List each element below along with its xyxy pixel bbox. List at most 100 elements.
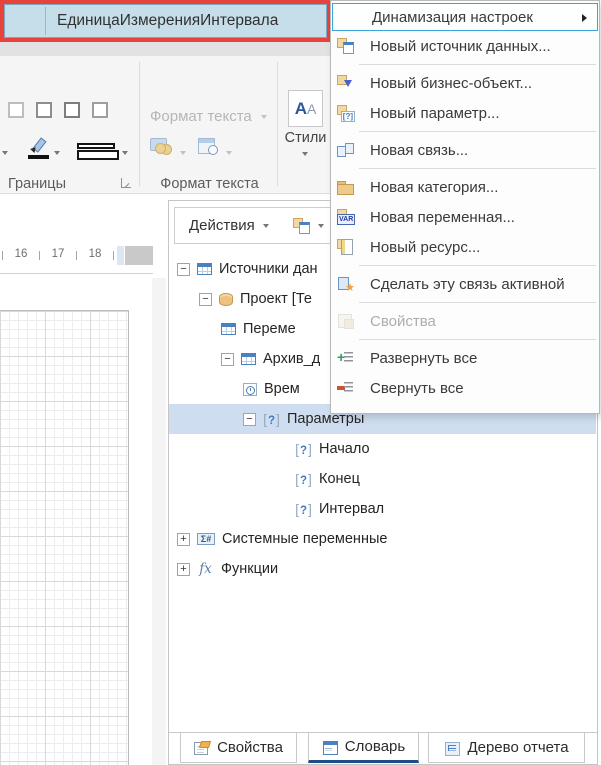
menu-item-label: Новый ресурс... xyxy=(370,238,481,256)
border-none-icon[interactable] xyxy=(8,102,24,118)
border-style-double-line-icon[interactable] xyxy=(77,143,119,160)
tree-item-label: Источники дан xyxy=(219,261,318,277)
ruler-margin-marker xyxy=(117,246,124,265)
create-new-item-icon[interactable] xyxy=(292,217,311,234)
tree-item-label: Функции xyxy=(221,561,279,577)
ruler-tick xyxy=(39,251,40,260)
ruler-tick xyxy=(113,251,114,260)
menu-item-new-data-source[interactable]: Новый источник данных... xyxy=(331,31,599,61)
menu-item-properties: Свойства xyxy=(331,306,599,336)
collapse-expander-icon[interactable] xyxy=(199,292,212,306)
menu-item-make-relation-active[interactable]: Сделать эту связь активной xyxy=(331,269,599,299)
menu-item-label: Динамизация настроек xyxy=(372,8,533,26)
database-icon xyxy=(219,292,233,306)
menu-item-new-category[interactable]: Новая категория... xyxy=(331,172,599,202)
tree-item-label: Конец xyxy=(319,471,360,487)
collapse-expander-icon[interactable] xyxy=(177,262,190,276)
report-designer-window: ЕдиницаИзмеренияИнтервала Границы Формат… xyxy=(0,0,601,765)
title-band xyxy=(0,42,330,56)
text-format-dropdown-icon xyxy=(260,114,267,119)
menu-separator xyxy=(359,302,596,303)
new-resource-icon xyxy=(337,239,355,255)
actions-button[interactable]: Действия xyxy=(189,217,255,234)
currency-dropdown-icon xyxy=(180,151,186,155)
tab-dictionary[interactable]: Словарь xyxy=(308,733,419,763)
tree-item-label: Интервал xyxy=(319,501,385,517)
functions-icon xyxy=(197,561,214,577)
ruler-tick xyxy=(2,251,3,260)
menu-icon-placeholder xyxy=(339,9,357,25)
tree-item-label: Архив_д xyxy=(263,351,321,367)
expand-expander-icon[interactable] xyxy=(177,532,190,546)
tab-label: Свойства xyxy=(217,739,283,756)
tree-item-param-interval[interactable]: Интервал xyxy=(169,494,596,524)
tab-properties[interactable]: Свойства xyxy=(180,733,297,763)
border-style-dropdown-icon[interactable] xyxy=(122,151,128,155)
styles-aa-icon xyxy=(295,99,317,119)
menu-item-new-business-object[interactable]: Новый бизнес-объект... xyxy=(331,68,599,98)
tab-report-tree[interactable]: Дерево отчета xyxy=(428,733,585,763)
tree-item-label: Начало xyxy=(319,441,370,457)
vertical-scrollbar[interactable] xyxy=(152,278,166,765)
field-value: ЕдиницаИзмеренияИнтервала xyxy=(57,12,279,29)
highlighted-cell-field[interactable]: ЕдиницаИзмеренияИнтервала xyxy=(0,0,331,42)
ribbon: Границы Формат текста Формат текста Стил… xyxy=(0,56,330,194)
panel-tab-bar: Свойства Словарь Дерево отчета xyxy=(169,732,597,764)
menu-item-new-parameter[interactable]: Новый параметр... xyxy=(331,98,599,128)
menu-item-new-variable[interactable]: Новая переменная... xyxy=(331,202,599,232)
menu-separator xyxy=(359,265,596,266)
menu-item-label: Свойства xyxy=(370,312,436,330)
new-parameter-icon xyxy=(337,105,356,122)
horizontal-ruler: 16 17 18 xyxy=(0,246,153,265)
tab-label: Словарь xyxy=(344,738,406,755)
collapse-expander-icon[interactable] xyxy=(221,352,234,366)
context-menu: Динамизация настроек Новый источник данн… xyxy=(330,0,600,414)
menu-item-label: Новый бизнес-объект... xyxy=(370,74,533,92)
tree-item-param-start[interactable]: Начало xyxy=(169,434,596,464)
chevron-down-icon[interactable] xyxy=(2,151,8,155)
menu-item-label: Новая переменная... xyxy=(370,208,515,226)
design-surface-grid[interactable] xyxy=(0,310,129,765)
menu-item-collapse-all[interactable]: Свернуть все xyxy=(331,373,599,403)
border-color-dropdown-icon[interactable] xyxy=(54,151,60,155)
styles-dropdown-icon[interactable] xyxy=(302,152,308,156)
styles-button-label: Стили xyxy=(284,130,327,146)
border-outside-icon[interactable] xyxy=(64,102,80,118)
menu-item-label: Сделать эту связь активной xyxy=(370,275,565,293)
dialog-launcher-icon[interactable] xyxy=(121,178,131,188)
tree-item-functions[interactable]: Функции xyxy=(169,554,596,584)
collapse-expander-icon[interactable] xyxy=(243,412,256,426)
styles-button[interactable] xyxy=(288,90,323,127)
ruler-page-end xyxy=(125,246,153,265)
menu-item-label: Новый источник данных... xyxy=(370,37,551,55)
make-relation-active-icon xyxy=(337,276,355,294)
actions-dropdown-icon[interactable] xyxy=(262,223,269,228)
create-new-dropdown-icon[interactable] xyxy=(317,223,324,228)
menu-item-dynamization-settings[interactable]: Динамизация настроек xyxy=(332,3,598,31)
parameter-icon xyxy=(295,441,312,457)
expand-expander-icon[interactable] xyxy=(177,562,190,576)
border-all-icon[interactable] xyxy=(36,102,52,118)
menu-separator xyxy=(359,131,596,132)
parameter-icon xyxy=(295,501,312,517)
border-color-swatch xyxy=(28,155,49,159)
border-color-pen-icon[interactable] xyxy=(30,138,46,152)
group-separator xyxy=(277,62,278,186)
tree-item-param-end[interactable]: Конец xyxy=(169,464,596,494)
data-sources-icon xyxy=(197,263,212,275)
menu-item-label: Новая категория... xyxy=(370,178,499,196)
border-inside-icon[interactable] xyxy=(92,102,108,118)
menu-separator xyxy=(359,339,596,340)
menu-item-new-resource[interactable]: Новый ресурс... xyxy=(331,232,599,262)
time-column-icon xyxy=(243,382,257,396)
ruler-border xyxy=(0,273,153,274)
new-business-object-icon xyxy=(337,75,355,91)
tree-item-system-variables[interactable]: Системные переменные xyxy=(169,524,596,554)
menu-item-label: Развернуть все xyxy=(370,349,478,367)
menu-item-expand-all[interactable]: Развернуть все xyxy=(331,343,599,373)
menu-item-new-relation[interactable]: Новая связь... xyxy=(331,135,599,165)
new-data-source-icon xyxy=(337,38,355,54)
menu-item-label: Свернуть все xyxy=(370,379,464,397)
properties-icon xyxy=(337,313,355,329)
text-format-button: Формат текста xyxy=(150,108,267,125)
